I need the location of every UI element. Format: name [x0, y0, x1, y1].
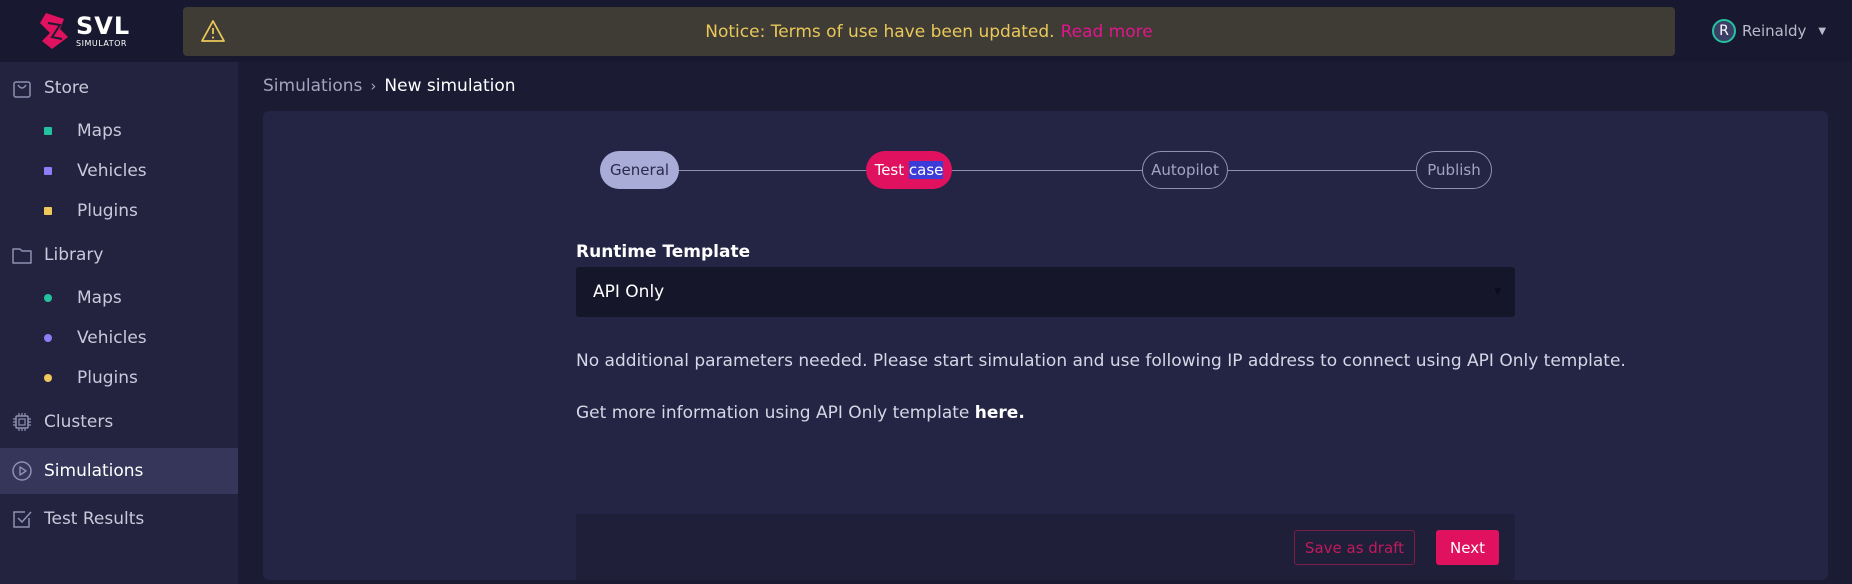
breadcrumb-current: New simulation — [384, 76, 516, 96]
new-simulation-card — [263, 111, 1828, 580]
svl-logo-icon — [40, 13, 68, 49]
step-general[interactable]: General — [600, 151, 679, 189]
sidebar-item-library[interactable]: Library — [0, 232, 238, 278]
sidebar-item-library-maps[interactable]: Maps — [0, 280, 238, 316]
more-info-here-link[interactable]: here. — [975, 403, 1025, 423]
brand-logo[interactable]: SVL SIMULATOR — [38, 10, 148, 52]
info-text: No additional parameters needed. Please … — [576, 351, 1626, 371]
sidebar: Store Maps Vehicles Plugins Library Maps… — [0, 62, 238, 584]
stepper-connector — [1228, 170, 1416, 171]
step-label-part: Test — [874, 161, 909, 179]
sidebar-item-clusters[interactable]: Clusters — [0, 399, 238, 445]
sidebar-item-store-vehicles[interactable]: Vehicles — [0, 153, 238, 189]
user-menu[interactable]: R Reinaldy ▼ — [1712, 18, 1826, 44]
sidebar-item-simulations[interactable]: Simulations — [0, 448, 238, 494]
sidebar-item-library-vehicles[interactable]: Vehicles — [0, 320, 238, 356]
step-publish[interactable]: Publish — [1416, 151, 1492, 189]
runtime-template-value: API Only — [593, 282, 665, 302]
folder-icon — [12, 248, 32, 264]
maps-bullet-icon — [44, 127, 52, 135]
top-bar: SVL SIMULATOR Notice: Terms of use have … — [0, 0, 1852, 62]
step-test-case[interactable]: Test case — [866, 151, 952, 189]
sidebar-item-label: Library — [44, 245, 104, 265]
runtime-template-select[interactable]: API Only ▼ — [576, 267, 1515, 317]
sidebar-item-label: Vehicles — [77, 328, 147, 348]
plugins-bullet-icon — [44, 374, 52, 382]
plugins-bullet-icon — [44, 207, 52, 215]
vehicles-bullet-icon — [44, 334, 52, 342]
brand-subtitle: SIMULATOR — [76, 39, 127, 48]
breadcrumb-separator: › — [370, 77, 377, 95]
sidebar-item-store[interactable]: Store — [0, 65, 238, 111]
play-circle-icon — [12, 461, 32, 481]
sidebar-item-label: Simulations — [44, 461, 144, 481]
chevron-down-icon: ▼ — [1494, 287, 1501, 297]
step-label: Publish — [1427, 161, 1481, 179]
more-info-prefix: Get more information using API Only temp… — [576, 403, 975, 423]
vehicles-bullet-icon — [44, 167, 52, 175]
more-info-text: Get more information using API Only temp… — [576, 403, 1025, 423]
maps-bullet-icon — [44, 294, 52, 302]
sidebar-item-label: Clusters — [44, 412, 114, 432]
avatar: R — [1712, 19, 1736, 43]
notice-text: Notice: Terms of use have been updated. — [705, 21, 1055, 42]
sidebar-item-test-results[interactable]: Test Results — [0, 496, 238, 542]
sidebar-item-label: Maps — [77, 121, 122, 141]
sidebar-item-label: Plugins — [77, 368, 138, 388]
sidebar-item-label: Store — [44, 78, 89, 98]
next-button[interactable]: Next — [1436, 530, 1499, 565]
warning-triangle-icon — [201, 20, 225, 42]
breadcrumb: Simulations › New simulation — [263, 76, 516, 96]
stepper-connector — [679, 170, 866, 171]
sidebar-item-library-plugins[interactable]: Plugins — [0, 360, 238, 396]
stepper-connector — [952, 170, 1142, 171]
brand-name: SVL — [76, 12, 131, 40]
step-label-selected-part: case — [908, 161, 944, 179]
checkbox-icon — [13, 511, 32, 528]
bag-icon — [13, 81, 31, 98]
notice-read-more-link[interactable]: Read more — [1061, 22, 1153, 42]
sidebar-item-label: Test Results — [44, 509, 145, 529]
chip-icon — [13, 413, 31, 431]
breadcrumb-simulations-link[interactable]: Simulations — [263, 76, 362, 96]
step-autopilot[interactable]: Autopilot — [1142, 151, 1228, 189]
user-name: Reinaldy — [1742, 22, 1807, 40]
step-label: General — [609, 161, 670, 179]
notice-banner: Notice: Terms of use have been updated. … — [183, 7, 1675, 56]
sidebar-item-store-maps[interactable]: Maps — [0, 113, 238, 149]
sidebar-item-label: Vehicles — [77, 161, 147, 181]
sidebar-item-label: Plugins — [77, 201, 138, 221]
runtime-template-label: Runtime Template — [576, 242, 751, 262]
step-label: Autopilot — [1151, 161, 1219, 179]
chevron-down-icon: ▼ — [1818, 25, 1827, 37]
sidebar-item-store-plugins[interactable]: Plugins — [0, 193, 238, 229]
sidebar-item-label: Maps — [77, 288, 122, 308]
save-as-draft-button[interactable]: Save as draft — [1294, 530, 1415, 565]
